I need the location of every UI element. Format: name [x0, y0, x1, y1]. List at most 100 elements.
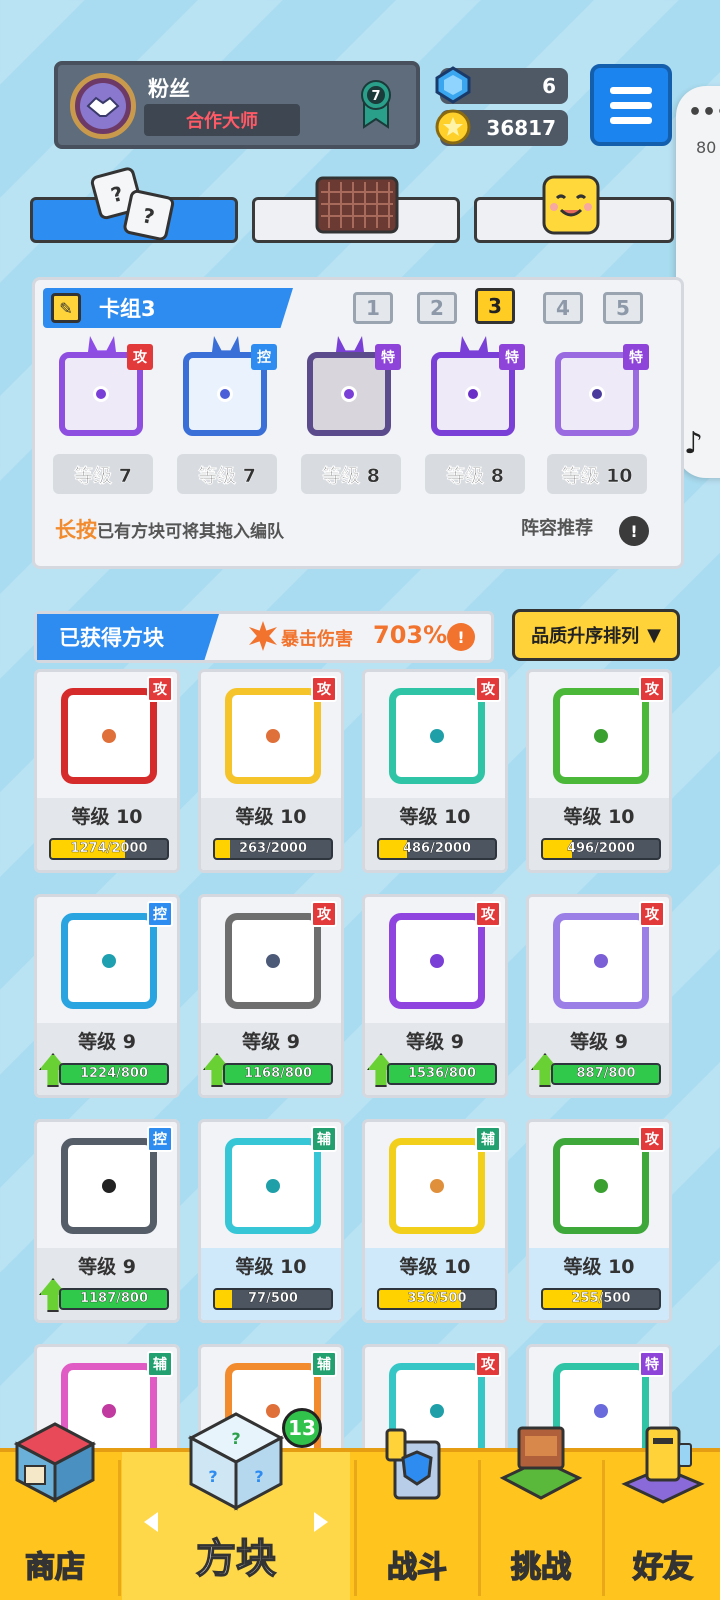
block-card[interactable]: 攻等级 10 1274/2000 [34, 669, 180, 873]
menu-button[interactable] [590, 64, 672, 146]
block-progress-text: 263/2000 [238, 841, 308, 856]
block-card[interactable]: 辅等级 10 77/500 [198, 1119, 344, 1323]
handshake-icon [80, 83, 126, 129]
block-level: 等级 10 [235, 1256, 307, 1278]
friends-character-icon [621, 1426, 705, 1504]
block-icon [61, 688, 157, 784]
crit-info-icon[interactable]: ! [447, 623, 475, 651]
cube-block-icon: ? ? ? [187, 1412, 285, 1511]
block-progress-text: 356/500 [407, 1291, 467, 1306]
deck-number-4[interactable]: 4 [543, 292, 583, 324]
deck-slot[interactable]: 特 [299, 336, 401, 436]
deck-slot[interactable]: 特 [547, 336, 649, 436]
side-number: 80 [696, 138, 717, 157]
type-tag: 攻 [639, 1126, 665, 1152]
block-card[interactable]: 攻等级 10 255/500 [526, 1119, 672, 1323]
nav-shop[interactable]: 商店 [0, 1422, 110, 1600]
block-icon [553, 913, 649, 1009]
block-card[interactable]: 辅等级 10 356/500 [362, 1119, 508, 1323]
type-tag: 控 [251, 344, 277, 370]
coin-counter[interactable]: 36817 [435, 109, 568, 146]
type-tag: 辅 [311, 1351, 337, 1377]
block-progress-bar: 255/500 [541, 1288, 661, 1310]
svg-text:?: ? [254, 1467, 263, 1486]
nav-challenge-label: 挑战 [510, 1549, 572, 1586]
smiley-block-icon [542, 175, 600, 235]
dice-icon: ? ? [90, 167, 175, 241]
gem-count: 6 [542, 74, 556, 98]
coin-count: 36817 [486, 116, 556, 140]
tab-board[interactable] [252, 176, 460, 243]
type-tag: 攻 [639, 676, 665, 702]
block-icon [61, 913, 157, 1009]
block-level: 等级 9 [78, 1031, 136, 1053]
deck-slot[interactable]: 控 [175, 336, 277, 436]
deck-number-5[interactable]: 5 [603, 292, 643, 324]
padlock-block-icon [61, 1138, 157, 1234]
deck-slot[interactable]: 攻 [51, 336, 153, 436]
board-grid-icon [315, 176, 399, 234]
deck-number-3[interactable]: 3 [475, 288, 515, 324]
nav-blocks[interactable]: ? ? ? 13 方块 [122, 1408, 350, 1600]
type-tag: 攻 [475, 676, 501, 702]
lineup-recommend-button[interactable]: 阵容推荐 [521, 514, 593, 540]
block-progress-bar: 496/2000 [541, 838, 661, 860]
type-tag: 攻 [311, 676, 337, 702]
block-card[interactable]: 攻等级 10 486/2000 [362, 669, 508, 873]
profile-card[interactable]: 粉丝 合作大师 7 [54, 61, 420, 149]
block-card[interactable]: 控等级 9 1187/800 [34, 1119, 180, 1323]
nav-challenge[interactable]: 挑战 [482, 1426, 600, 1600]
block-card[interactable]: 控等级 9 1224/800 [34, 894, 180, 1098]
deck-hint: 长按已有方块可将其拖入编队 [55, 518, 284, 542]
tab-dice[interactable]: ? ? [30, 167, 238, 243]
block-icon [389, 1138, 485, 1234]
block-progress-text: 1168/800 [243, 1066, 313, 1081]
deck-slot[interactable]: 特 [423, 336, 525, 436]
gem-counter[interactable]: 6 [435, 66, 568, 104]
type-tag: 控 [147, 1126, 173, 1152]
type-tag: 攻 [147, 676, 173, 702]
block-icon [389, 688, 485, 784]
block-level: 等级 10 [563, 806, 635, 828]
block-icon [553, 1138, 649, 1234]
avatar[interactable] [70, 73, 136, 139]
block-progress-bar: 77/500 [213, 1288, 333, 1310]
pencil-icon[interactable]: ✎ [51, 293, 81, 323]
block-progress-text: 1187/800 [79, 1291, 149, 1306]
nickname: 粉丝 [148, 77, 190, 101]
crit-label: 暴击伤害 [281, 629, 353, 650]
deck-number-2[interactable]: 2 [417, 292, 457, 324]
gem-icon [434, 66, 472, 104]
block-icon [389, 913, 485, 1009]
block-level: 等级 10 [399, 1256, 471, 1278]
block-card[interactable]: 攻等级 9 1536/800 [362, 894, 508, 1098]
block-card[interactable]: 攻等级 9 1168/800 [198, 894, 344, 1098]
block-level: 等级 10 [235, 806, 307, 828]
nav-friends[interactable]: 好友 [606, 1426, 720, 1600]
type-tag: 攻 [311, 901, 337, 927]
block-card[interactable]: 攻等级 10 496/2000 [526, 669, 672, 873]
info-icon[interactable]: ! [619, 516, 649, 546]
block-progress-text: 255/500 [571, 1291, 631, 1306]
nav-battle[interactable]: 战斗 [358, 1428, 476, 1600]
menu-icon [610, 86, 652, 94]
deck-title[interactable]: ✎ 卡组3 [43, 288, 293, 328]
block-card[interactable]: 攻等级 9 887/800 [526, 894, 672, 1098]
block-progress-bar: 1274/2000 [49, 838, 169, 860]
music-note-icon[interactable]: ♪ [684, 426, 703, 461]
type-tag: 控 [147, 901, 173, 927]
block-progress-text: 1536/800 [407, 1066, 477, 1081]
nav-friends-label: 好友 [632, 1549, 694, 1586]
more-dots-icon[interactable]: ••• [688, 100, 720, 125]
block-progress-bar: 887/800 [551, 1063, 661, 1085]
svg-text:?: ? [208, 1467, 217, 1486]
deck-number-1[interactable]: 1 [353, 292, 393, 324]
block-icon [225, 1138, 321, 1234]
sort-dropdown[interactable]: 品质升序排列 ▼ [512, 609, 680, 661]
block-icon [225, 913, 321, 1009]
block-progress-bar: 263/2000 [213, 838, 333, 860]
slot-level: 等级 7 [53, 454, 153, 494]
block-card[interactable]: 攻等级 10 263/2000 [198, 669, 344, 873]
tab-emoji[interactable] [474, 175, 674, 243]
rank-ribbon-icon[interactable]: 7 [358, 77, 394, 129]
